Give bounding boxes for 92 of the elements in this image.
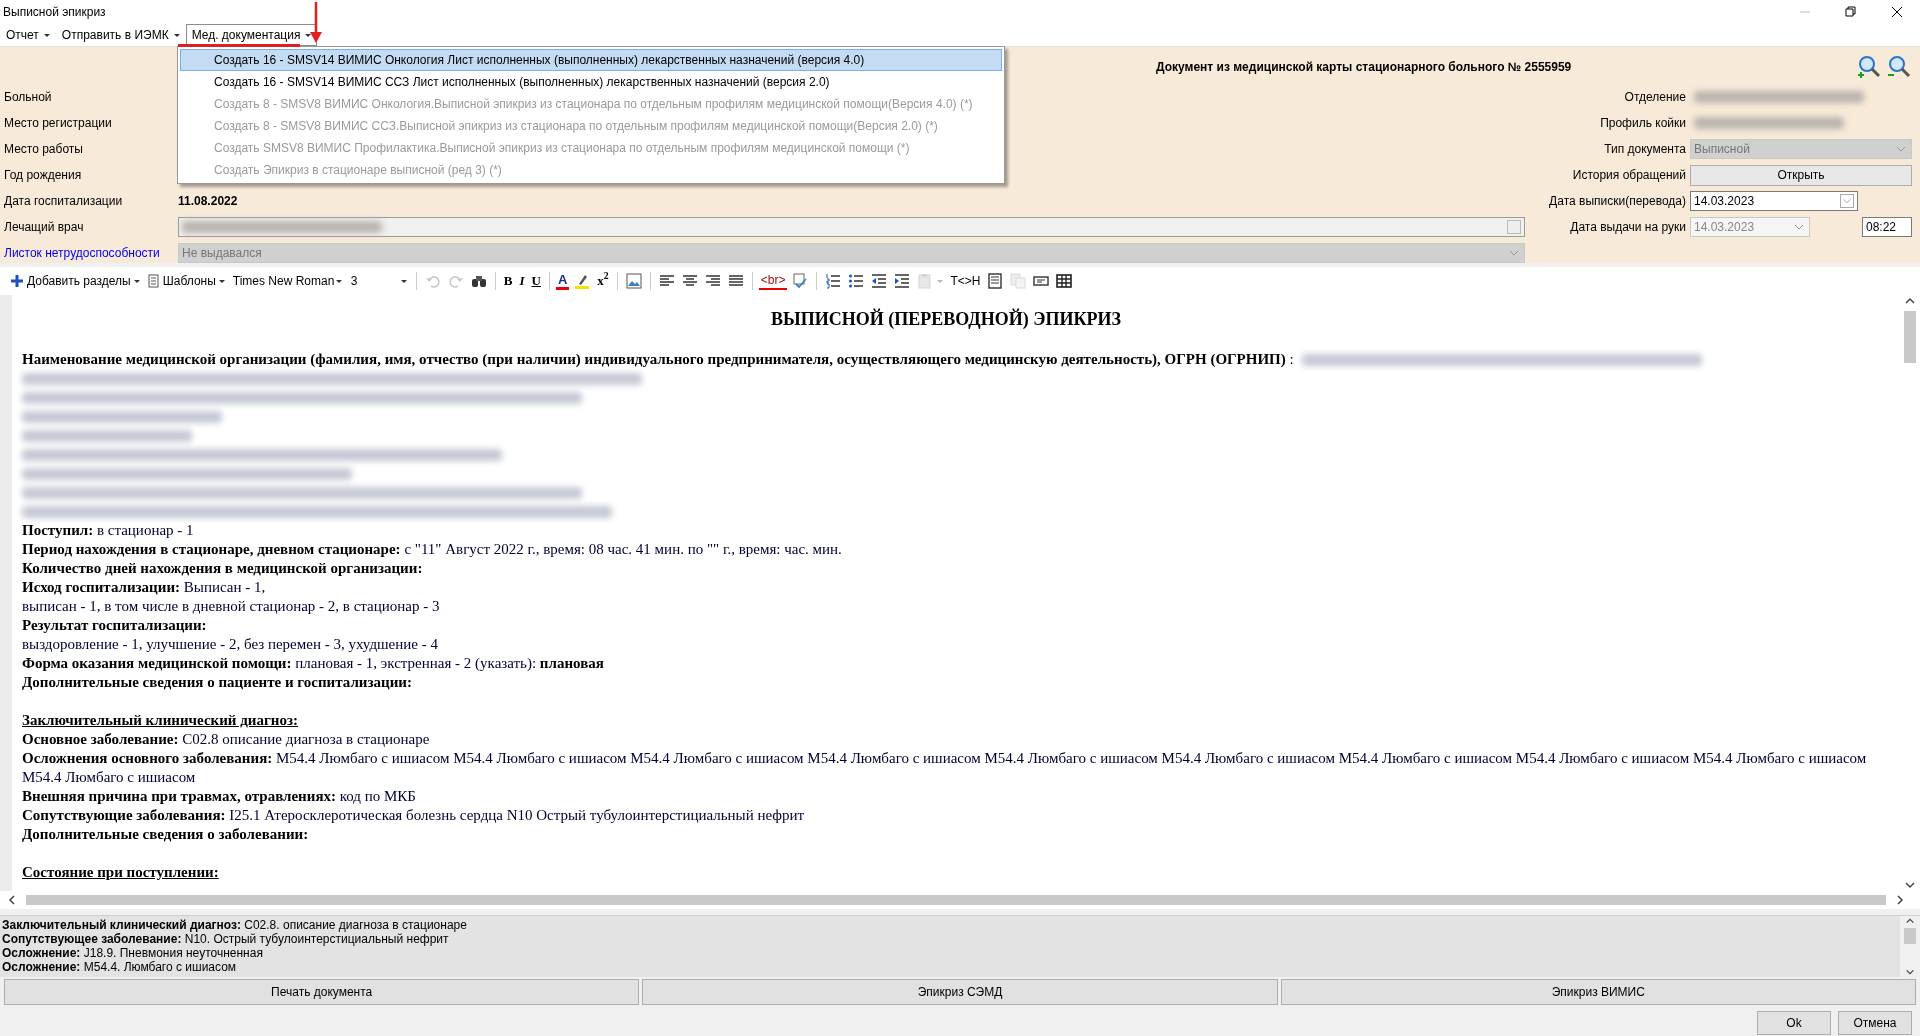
table-icon [1056,273,1073,289]
scrollbar-thumb[interactable] [1904,311,1916,363]
zoom-out-icon[interactable] [1886,54,1912,80]
paragraph: Дополнительные сведения о заболевании: [22,825,310,844]
bold-button[interactable]: B [501,270,515,292]
field-label: Лечащий врач [4,219,85,235]
paragraph: Количество дней нахождения в медицинской организации: [22,559,424,578]
binoculars-icon [470,273,487,289]
paragraph: выписан - 1, в том числе в дневной стационар - 2, в стационар - 3 [22,597,441,616]
window-title: Выписной эпикриз [3,4,106,20]
justify-icon [727,273,744,289]
ordered-list-icon [825,273,842,289]
vertical-scrollbar[interactable] [1900,916,1920,977]
menu-entry[interactable]: Создать 16 - SMSV14 ВИМИС Онкология Лист исполненных (выполненных) лекарственных назначений (версия 4.0) [180,49,1002,71]
lookup-field[interactable] [178,217,1525,237]
spellcheck-icon [792,273,809,289]
pages-icon [1010,273,1027,289]
field-label: Дата выдачи на руки [1569,219,1687,235]
add-sections-button[interactable]: Добавить разделы [8,270,142,292]
align-left-icon [658,273,675,289]
image-button[interactable] [623,270,644,292]
summary-line: Осложнение: J18.9. Пневмония неуточненная [2,946,264,960]
redo-icon [447,273,464,289]
dialog-button[interactable]: Ok [1757,1011,1831,1035]
action-button[interactable]: Печать документа [4,979,640,1005]
paragraph: Исход госпитализации: Выписан - 1, [22,578,267,597]
section-heading: Состояние при поступлении: [22,863,220,882]
field-label: Отделение [1623,89,1687,105]
document-title: Документ из медицинской карты стационарного больного № 2555959 [1156,59,1572,75]
plus-icon [10,274,24,288]
document-heading: ВЫПИСНОЙ (ПЕРЕВОДНОЙ) ЭПИКРИЗ [770,307,1122,331]
caret-icon [1840,194,1854,208]
paragraph: Сопутствующие заболевания: I25.1 Атеросклеротическая болезнь сердца N10 Острый тубулоинтерстициальный нефрит [22,806,806,825]
paragraph: Результат госпитализации: [22,616,208,635]
strip-tags-button[interactable]: <br> [758,272,788,290]
paragraph: Форма оказания медицинской помощи: плановая - 1, экстренная - 2 (указать): плановая [22,654,605,673]
summary-line: Осложнение: M54.4. Люмбаго с ишиасом [2,960,238,974]
scrollbar-thumb[interactable] [26,895,1886,905]
open-button[interactable]: Открыть [1690,164,1912,186]
paragraph: Внешняя причина при травмах, отравлениях: код по МКБ [22,787,417,806]
scroll-down-icon[interactable] [1904,879,1916,891]
scrollbar-thumb[interactable] [1904,928,1916,944]
input-box-icon [1033,273,1050,289]
scroll-up-icon[interactable] [1904,916,1916,926]
paragraph: Период нахождения в стационаре, дневном стационаре: с "11" Август 2022 г., время: 08 час. 41 мин. по "" г., время: час. мин. [22,540,843,559]
field-label: Профиль койки [1599,115,1687,131]
menu-item[interactable]: Отправить в ИЭМК [55,24,186,46]
html-text-button[interactable]: T<>H [948,270,983,292]
templates-button[interactable]: Шаблоны [144,270,227,292]
clipboard-icon [917,273,934,289]
menu-item[interactable]: Отчет [0,24,56,46]
field-label: История обращений [1571,167,1687,183]
paragraph: Наименование медицинской организации (фамилия, имя, отчество (при наличии) индивидуального предпринимателя, осуществляющего медицинскую деятельность), ОГРН (ОГРНИП) : [22,350,1294,369]
field-value: 11.08.2022 [178,193,239,209]
scroll-down-icon[interactable] [1904,967,1916,977]
dialog-button[interactable]: Отмена [1838,1011,1912,1035]
field-label: Дата госпитализации [4,193,124,209]
superscript-button[interactable]: x$^{2}$ [595,270,611,292]
menu-entry[interactable]: Создать 16 - SMSV14 ВИМИС ССЗ Лист исполненных (выполненных) лекарственных назначений (версия 2.0) [180,71,1002,93]
date-field[interactable]: 14.03.2023 [1690,191,1858,211]
bullet-list-icon [848,273,865,289]
document-icon [987,273,1004,289]
action-button[interactable]: Эпикриз ВИМИС [1280,979,1916,1005]
paragraph: Основное заболевание: C02.8 описание диагноза в стационаре [22,730,431,749]
summary-line: Заключительный клинический диагноз: C02.8. описание диагноза в стационаре [2,918,468,932]
paragraph: Дополнительные сведения о пациенте и госпитализации: [22,673,413,692]
action-button[interactable]: Эпикриз СЭМД [642,979,1278,1005]
align-right-icon [704,273,721,289]
outdent-icon [871,273,888,289]
menu-item[interactable]: Мед. документация [185,24,318,46]
image-icon [625,273,642,289]
field-label: Тип документа [1603,141,1687,157]
document-icon [146,274,160,288]
field-label: Год рождения [4,167,83,183]
highlighter-icon [574,273,591,289]
underline-button[interactable]: U [529,270,543,292]
undo-icon [424,273,441,289]
field-label: Больной [4,89,53,105]
field-label: Дата выписки(перевода) [1548,193,1687,209]
field-label: Место работы [4,141,84,157]
paragraph: выздоровление - 1, улучшение - 2, без перемен - 3, ухудшение - 4 [22,635,439,654]
indent-icon [894,273,911,289]
summary-line: Сопутствующее заболевание: N10. Острый тубулоинтерстициальный нефрит [2,932,450,946]
horizontal-scrollbar[interactable] [0,891,1920,909]
annotation-arrow [308,2,324,44]
section-heading: Заключительный клинический диагноз: [22,711,299,730]
align-center-icon [681,273,698,289]
zoom-in-icon[interactable] [1856,54,1882,80]
field-label: Место регистрации [4,115,113,131]
paragraph: Поступил: в стационар - 1 [22,521,195,540]
font-color-button[interactable]: A [555,272,570,290]
italic-button[interactable]: I [517,270,527,292]
